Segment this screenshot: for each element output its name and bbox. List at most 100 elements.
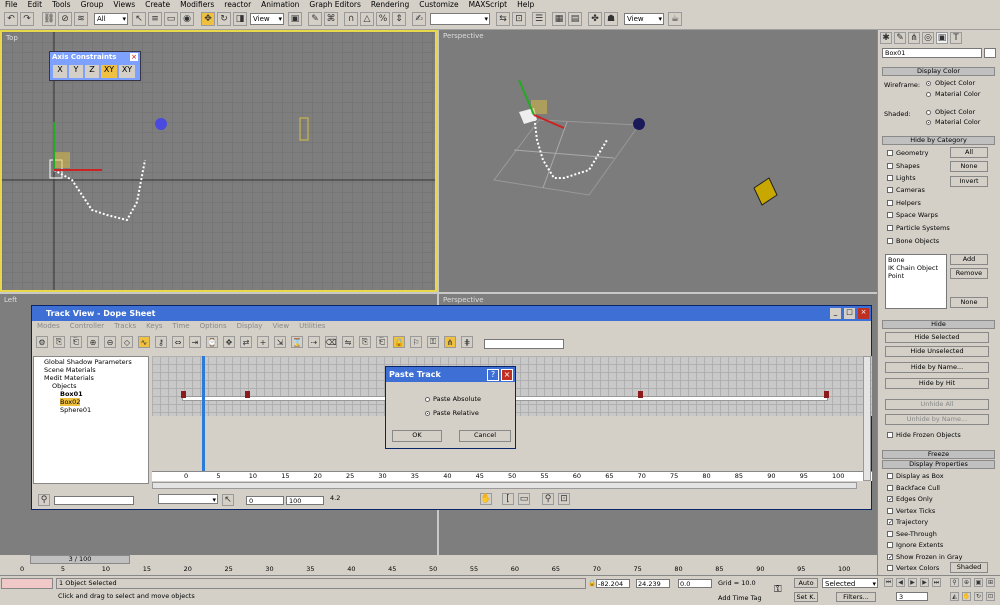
display-prop-checkbox[interactable]	[887, 473, 893, 479]
constrain-y-button[interactable]: Y	[69, 65, 83, 78]
scale-time-icon[interactable]: ⌛	[291, 336, 303, 348]
tree-item-objects[interactable]: Objects	[52, 382, 77, 390]
rollout-hide[interactable]: Hide	[882, 320, 995, 329]
pivot-icon[interactable]: ▣	[288, 12, 302, 26]
create-tab-icon[interactable]: ✱	[880, 32, 892, 44]
track-view-filter-dropdown[interactable]	[158, 494, 218, 505]
reverse-time-icon[interactable]: ⇋	[342, 336, 354, 348]
tv-menu-view[interactable]: View	[267, 322, 294, 332]
menu-modifiers[interactable]: Modifiers	[175, 0, 219, 9]
close-icon[interactable]: ×	[858, 308, 869, 319]
hide-selected-button[interactable]: Hide Selected	[885, 332, 989, 343]
prev-frame-icon[interactable]: ◀	[896, 578, 905, 587]
edit-ranges-icon[interactable]: ⇔	[172, 336, 184, 348]
tree-item-box02[interactable]: Box02	[60, 398, 81, 406]
rollout-display-properties[interactable]: Display Properties	[882, 460, 995, 469]
render-scene-icon[interactable]: ☗	[604, 12, 618, 26]
tree-item-global-shadow[interactable]: Global Shadow Parameters	[44, 358, 132, 366]
menu-rendering[interactable]: Rendering	[366, 0, 414, 9]
key-filter-dropdown[interactable]: Selected	[822, 578, 878, 589]
layer-manager-icon[interactable]: ☰	[532, 12, 546, 26]
ok-button[interactable]: OK	[392, 430, 442, 442]
paste-track-icon[interactable]: ⎗	[376, 336, 388, 348]
modify-child-icon[interactable]: ⋕	[461, 336, 473, 348]
key-marker[interactable]	[638, 391, 643, 398]
auto-key-button[interactable]: Auto	[794, 578, 818, 588]
goto-start-icon[interactable]: ⏮	[884, 578, 893, 587]
select-scale-icon[interactable]: ◨	[233, 12, 247, 26]
constrain-z-button[interactable]: Z	[85, 65, 99, 78]
assign-controller-icon[interactable]: ⊕	[87, 336, 99, 348]
insert-time-icon[interactable]: ⇢	[308, 336, 320, 348]
menu-file[interactable]: File	[0, 0, 23, 9]
move-keys-icon[interactable]: ✥	[223, 336, 235, 348]
lock-icon[interactable]: 🔒	[393, 336, 405, 348]
list-none-button[interactable]: None	[950, 297, 988, 308]
object-color-swatch[interactable]	[984, 48, 996, 58]
category-lights-checkbox[interactable]	[887, 175, 893, 181]
time-slider[interactable]: 3 / 100	[30, 555, 130, 564]
vertical-scrollbar[interactable]	[863, 356, 871, 481]
tv-menu-utilities[interactable]: Utilities	[294, 322, 330, 332]
track-view-name-field[interactable]	[484, 339, 564, 349]
zoom-viewport-icon[interactable]: ⚲	[950, 578, 959, 587]
material-editor-icon[interactable]: ✤	[588, 12, 602, 26]
menu-create[interactable]: Create	[140, 0, 175, 9]
zoom-horizontal-icon[interactable]: [	[502, 493, 514, 505]
zoom-extents-all-icon[interactable]: ⊞	[986, 578, 995, 587]
play-icon[interactable]: ▶	[908, 578, 917, 587]
tv-menu-display[interactable]: Display	[232, 322, 268, 332]
category-particle-systems-checkbox[interactable]	[887, 225, 893, 231]
render-type-dropdown[interactable]: View	[624, 13, 664, 25]
tree-item-box01[interactable]: Box01	[60, 390, 83, 398]
align-icon[interactable]: ⊡	[512, 12, 526, 26]
quick-render-icon[interactable]: ☕	[668, 12, 682, 26]
keyboard-shortcut-icon[interactable]: ⌘	[324, 12, 338, 26]
shaded-object-color-radio[interactable]	[926, 110, 931, 115]
coord-z-field[interactable]: 0.0	[678, 579, 712, 588]
menu-reactor[interactable]: reactor	[219, 0, 256, 9]
display-prop-checkbox[interactable]	[887, 565, 893, 571]
category-all-button[interactable]: All	[950, 147, 988, 158]
viewport-perspective[interactable]: Perspective	[439, 30, 877, 292]
copy-track-icon[interactable]: ⎘	[359, 336, 371, 348]
shaded-material-color-radio[interactable]	[926, 120, 931, 125]
undo-icon[interactable]: ↶	[4, 12, 18, 26]
display-prop-checkbox[interactable]: ✓	[887, 519, 893, 526]
category-list[interactable]: Bone IK Chain Object Point	[885, 254, 947, 309]
horizontal-scrollbar[interactable]	[152, 482, 857, 489]
close-icon[interactable]: ×	[130, 53, 138, 61]
hierarchy-tab-icon[interactable]: ⋔	[908, 32, 920, 44]
menu-views[interactable]: Views	[108, 0, 140, 9]
next-frame-icon[interactable]: ▶	[920, 578, 929, 587]
hide-by-name-button[interactable]: Hide by Name...	[885, 362, 989, 373]
category-geometry-checkbox[interactable]	[887, 150, 893, 156]
tree-item-scene-materials[interactable]: Scene Materials	[44, 366, 96, 374]
select-move-icon[interactable]: ✥	[201, 12, 215, 26]
edit-keys-icon[interactable]: ⚷	[155, 336, 167, 348]
display-tab-icon[interactable]: ▣	[936, 32, 948, 44]
unlink-icon[interactable]: ⊘	[58, 12, 72, 26]
delete-time-icon[interactable]: ⌫	[325, 336, 337, 348]
pan-icon[interactable]: ✋	[480, 493, 492, 505]
motion-tab-icon[interactable]: ◎	[922, 32, 934, 44]
minimize-icon[interactable]: _	[830, 308, 841, 319]
modify-tab-icon[interactable]: ✎	[894, 32, 906, 44]
menu-tools[interactable]: Tools	[47, 0, 75, 9]
coord-y-field[interactable]: 24.239	[636, 579, 670, 588]
menu-maxscript[interactable]: MAXScript	[464, 0, 513, 9]
constrain-xy-button[interactable]: XY	[101, 65, 117, 78]
wireframe-object-color-radio[interactable]	[926, 81, 931, 86]
link-icon[interactable]: ⛓	[42, 12, 56, 26]
redo-icon[interactable]: ↷	[20, 12, 34, 26]
display-prop-checkbox[interactable]: ✓	[887, 553, 893, 560]
show-keyable-icon[interactable]: ⚿	[427, 336, 439, 348]
paste-icon[interactable]: ⎗	[70, 336, 82, 348]
display-prop-checkbox[interactable]	[887, 484, 893, 491]
zoom-extents-icon[interactable]: ▭	[518, 493, 530, 505]
key-marker[interactable]	[181, 391, 186, 398]
coord-x-field[interactable]: -82.204	[596, 579, 630, 588]
tv-menu-keys[interactable]: Keys	[141, 322, 167, 332]
category-invert-button[interactable]: Invert	[950, 176, 988, 187]
help-icon[interactable]: ?	[487, 369, 499, 381]
